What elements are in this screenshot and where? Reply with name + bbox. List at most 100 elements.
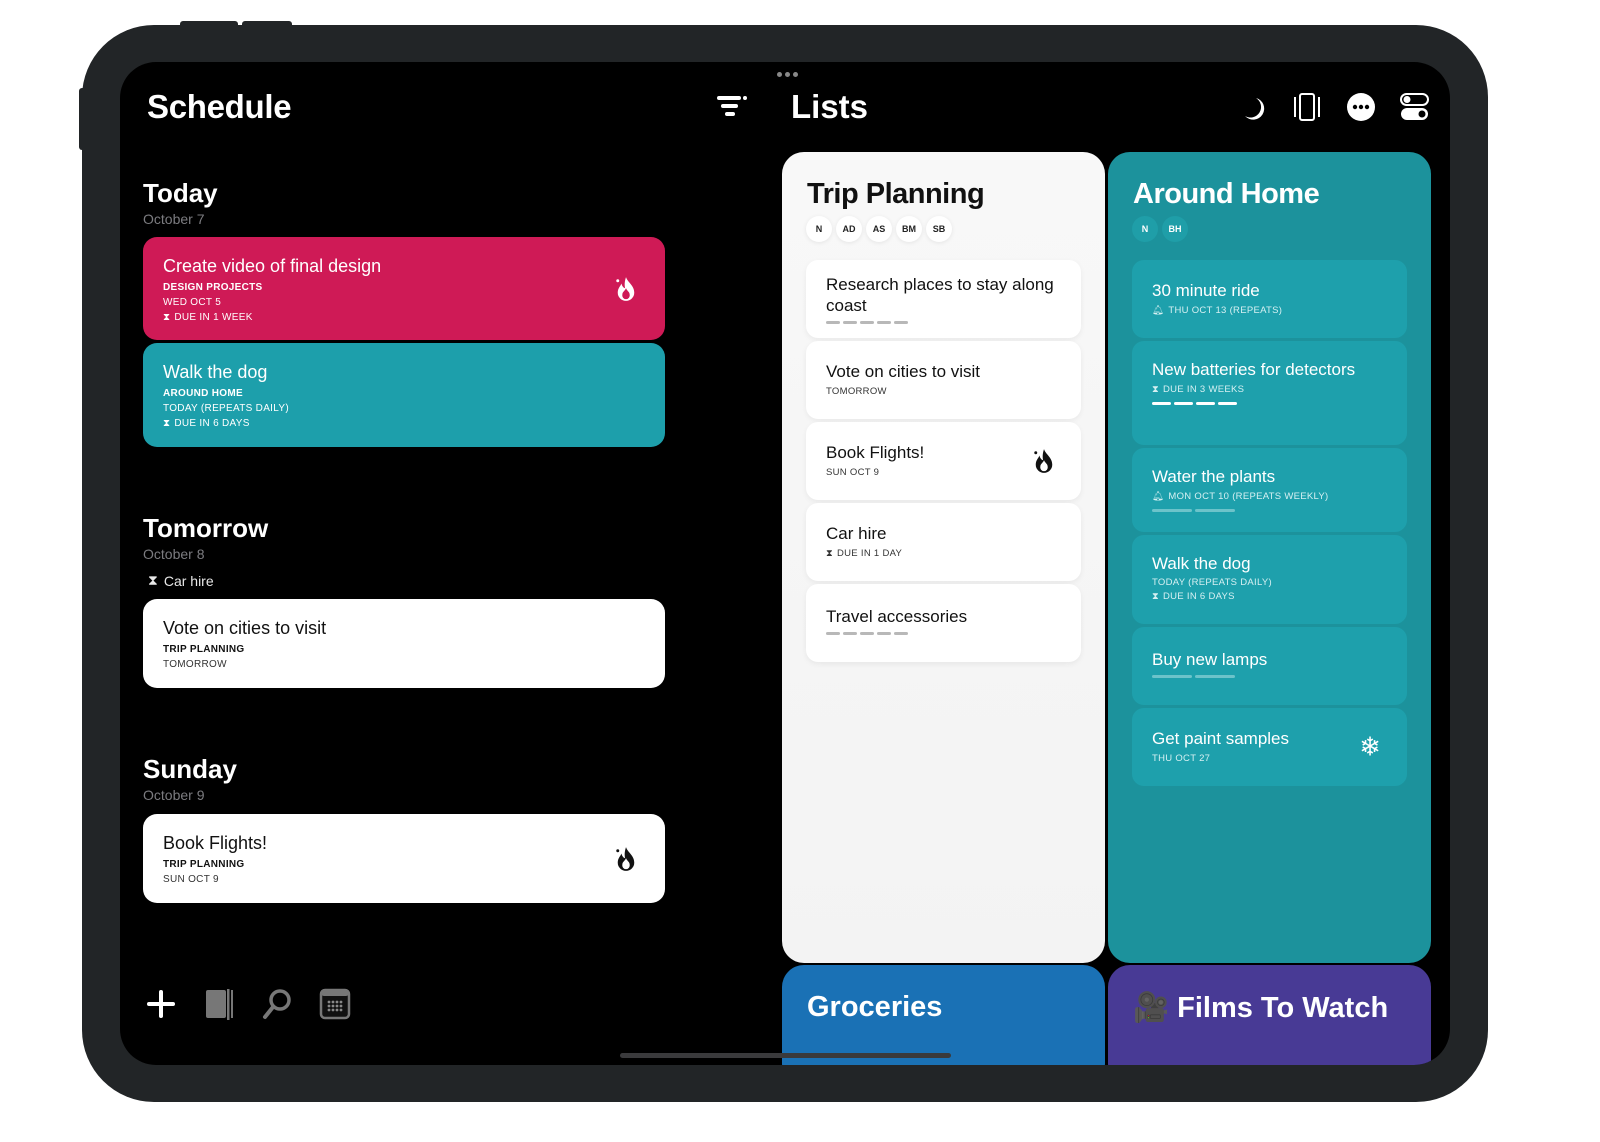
list-item[interactable]: Research places to stay along coast — [806, 260, 1081, 338]
avatar[interactable]: N — [1132, 216, 1158, 242]
list-column-trip-planning[interactable]: Trip Planning N AD AS BM SB Research pla… — [782, 152, 1105, 963]
more-icon[interactable] — [1346, 92, 1376, 122]
item-meta: DUE IN 1 DAY — [836, 548, 903, 559]
card-list: TRIP PLANNING — [163, 859, 245, 870]
add-icon[interactable] — [145, 987, 177, 1021]
due-reminder-label: Car hire — [163, 572, 214, 589]
top-button — [242, 21, 292, 27]
schedule-card[interactable]: Book Flights! TRIP PLANNING SUN OCT 9 — [143, 814, 665, 903]
card-list: DESIGN PROJECTS — [163, 282, 263, 293]
list-item[interactable]: Buy new lamps — [1132, 627, 1407, 705]
flame-icon — [616, 276, 635, 301]
search-icon[interactable] — [261, 987, 293, 1021]
card-due: DUE IN 6 DAYS — [174, 418, 250, 429]
subtask-progress — [826, 632, 1061, 635]
list-title: Trip Planning — [807, 178, 985, 210]
list-item[interactable]: New batteries for detectors ⧗ DUE IN 3 WE… — [1132, 341, 1407, 445]
item-title: Travel accessories — [826, 607, 968, 626]
item-meta: THU OCT 13 (REPEATS) — [1168, 305, 1283, 316]
schedule-card[interactable]: Vote on cities to visit TRIP PLANNING TO… — [143, 599, 665, 688]
card-title: Walk the dog — [163, 362, 268, 382]
subtask-progress — [1152, 675, 1387, 678]
schedule-toolbar — [145, 987, 351, 1021]
schedule-title: Schedule — [147, 88, 292, 125]
list-item[interactable]: Water the plants 🔔︎ MON OCT 10 (REPEATS W… — [1132, 448, 1407, 532]
subtask-progress — [826, 321, 1061, 324]
item-title: Book Flights! — [826, 443, 925, 462]
device-frame-icon[interactable] — [1292, 92, 1322, 122]
list-item[interactable]: Book Flights! SUN OCT 9 — [806, 422, 1081, 500]
home-indicator[interactable] — [620, 1053, 951, 1058]
hourglass-icon: ⧗ — [163, 418, 171, 429]
members: N BH — [1132, 216, 1188, 242]
item-meta: DUE IN 3 WEEKS — [1162, 384, 1245, 395]
avatar[interactable]: SB — [926, 216, 952, 242]
day-date: October 8 — [143, 546, 205, 562]
filter-icon[interactable] — [717, 96, 747, 118]
card-list: TRIP PLANNING — [163, 644, 245, 655]
lists-title: Lists — [791, 88, 869, 125]
list-title: Films To Watch — [1177, 991, 1389, 1024]
flame-icon — [1034, 449, 1053, 473]
list-title: Groceries — [807, 991, 943, 1023]
flame-icon — [616, 846, 635, 871]
due-reminder[interactable]: ⧗ Car hire — [148, 572, 214, 589]
hourglass-icon: ⧗ — [148, 572, 158, 588]
item-title: Get paint samples — [1152, 729, 1290, 748]
card-title: Create video of final design — [163, 256, 382, 276]
bell-icon: 🔔︎ — [1152, 305, 1165, 316]
list-column-films-to-watch[interactable]: 🎥 Films To Watch — [1108, 965, 1431, 1065]
list-item[interactable]: Get paint samples THU OCT 27 ❄ — [1132, 708, 1407, 786]
item-meta-2: DUE IN 6 DAYS — [1162, 591, 1235, 602]
avatar[interactable]: N — [806, 216, 832, 242]
avatar[interactable]: BM — [896, 216, 922, 242]
day-heading-today: Today — [143, 178, 218, 208]
list-item[interactable]: Vote on cities to visit TOMORROW — [806, 341, 1081, 419]
card-date: TOMORROW — [163, 659, 227, 670]
avatar[interactable]: AD — [836, 216, 862, 242]
list-column-groceries[interactable]: Groceries — [782, 965, 1105, 1065]
hourglass-icon: ⧗ — [826, 548, 833, 559]
item-title: New batteries for detectors — [1152, 360, 1356, 379]
lists-header-icons — [1238, 92, 1430, 122]
item-meta: MON OCT 10 (REPEATS WEEKLY) — [1168, 491, 1329, 502]
movie-camera-icon: 🎥 — [1133, 992, 1170, 1024]
item-title: Walk the dog — [1152, 554, 1251, 573]
hourglass-icon: ⧗ — [1152, 591, 1159, 602]
hourglass-icon: ⧗ — [1152, 384, 1159, 395]
notebook-icon[interactable] — [203, 987, 235, 1021]
card-due: DUE IN 1 WEEK — [174, 312, 253, 323]
card-title: Vote on cities to visit — [163, 618, 327, 638]
day-heading-sunday: Sunday — [143, 754, 237, 784]
members: N AD AS BM SB — [806, 216, 952, 242]
card-date: SUN OCT 9 — [163, 874, 219, 885]
calendar-icon[interactable] — [319, 987, 351, 1021]
moon-icon[interactable] — [1238, 92, 1268, 122]
top-button — [180, 21, 238, 27]
list-column-around-home[interactable]: Around Home N BH 30 minute ride 🔔︎ THU OC… — [1108, 152, 1431, 963]
screen: Schedule Today October 7 Create video of… — [120, 62, 1450, 1065]
item-title: Water the plants — [1152, 467, 1276, 486]
list-title: Around Home — [1133, 178, 1320, 210]
day-heading-tomorrow: Tomorrow — [143, 513, 269, 543]
hourglass-icon: ⧗ — [163, 312, 171, 323]
list-item[interactable]: Travel accessories — [806, 584, 1081, 662]
multitasking-grabber[interactable] — [777, 72, 798, 77]
item-title: 30 minute ride — [1152, 281, 1260, 300]
avatar[interactable]: AS — [866, 216, 892, 242]
item-title: Buy new lamps — [1152, 650, 1268, 669]
avatar[interactable]: BH — [1162, 216, 1188, 242]
schedule-card[interactable]: Walk the dog AROUND HOME TODAY (REPEATS … — [143, 343, 665, 447]
subtask-progress — [1152, 509, 1387, 512]
bell-icon: 🔔︎ — [1152, 491, 1165, 502]
schedule-card[interactable]: Create video of final design DESIGN PROJ… — [143, 237, 665, 340]
list-item[interactable]: 30 minute ride 🔔︎ THU OCT 13 (REPEATS) — [1132, 260, 1407, 338]
list-item[interactable]: Car hire ⧗ DUE IN 1 DAY — [806, 503, 1081, 581]
toggles-icon[interactable] — [1400, 92, 1430, 122]
list-item[interactable]: Walk the dog TODAY (REPEATS DAILY) ⧗ DUE … — [1132, 535, 1407, 624]
item-meta: TOMORROW — [826, 386, 887, 397]
side-button — [79, 88, 85, 150]
day-date: October 7 — [143, 211, 205, 227]
item-title: Vote on cities to visit — [826, 362, 981, 381]
snowflake-icon: ❄ — [1359, 731, 1381, 762]
